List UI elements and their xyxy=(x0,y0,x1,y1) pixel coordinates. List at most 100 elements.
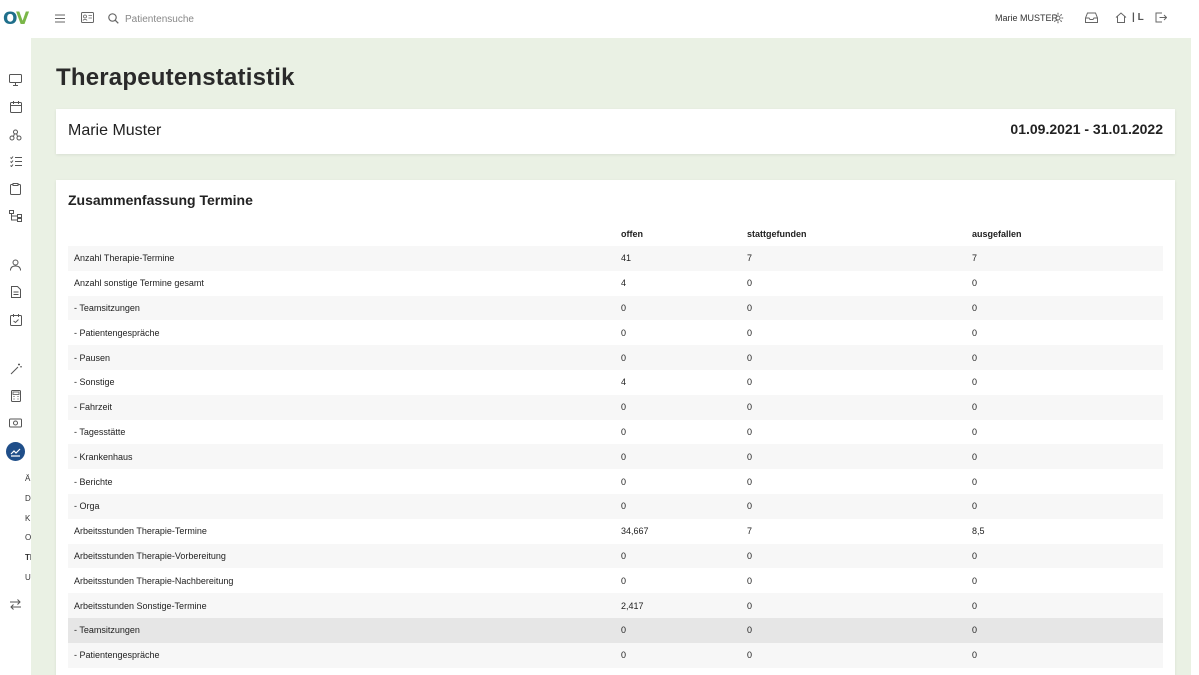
submenu-item-6[interactable]: U xyxy=(25,573,31,582)
column-header-stattgefunden: stattgefunden xyxy=(747,229,807,239)
table-row: Arbeitsstunden Therapie-Vorbereitung 0 0 0 xyxy=(68,543,1163,569)
clipboard-icon[interactable] xyxy=(8,181,23,196)
cell-stattgefunden: 0 xyxy=(747,426,753,437)
cell-ausgefallen: 0 xyxy=(972,426,978,437)
calendar-check-icon[interactable] xyxy=(8,312,23,327)
column-header-offen: offen xyxy=(621,229,643,239)
magic-wand-icon[interactable] xyxy=(8,361,23,376)
cell-offen: 0 xyxy=(621,493,747,519)
column-header-label xyxy=(68,222,621,246)
row-label: - Berichte xyxy=(74,476,113,487)
home-icon[interactable] xyxy=(1114,11,1127,24)
cell-ausgefallen: 0 xyxy=(972,295,1163,321)
table-row: - Teamsitzungen 0 0 0 xyxy=(68,617,1163,643)
row-label: Arbeitsstunden Sonstige-Termine xyxy=(68,593,621,618)
date-range: 01.09.2021 - 31.01.2022 xyxy=(1010,121,1163,137)
calculator-icon[interactable] xyxy=(8,388,23,403)
app-logo[interactable]: OV xyxy=(3,9,29,29)
row-label: - Patientengespräche xyxy=(68,642,621,668)
cell-ausgefallen: 0 xyxy=(972,377,978,388)
network-icon[interactable] xyxy=(8,127,23,142)
main-content: Therapeutenstatistik Marie Muster 01.09.… xyxy=(31,38,1191,675)
cell-ausgefallen: 0 xyxy=(972,493,1163,519)
row-label: - Teamsitzungen xyxy=(68,295,621,321)
switch-arrows-icon[interactable] xyxy=(8,597,23,612)
table-row: Anzahl Therapie-Termine 41 7 7 xyxy=(68,246,1163,271)
cell-ausgefallen: 0 xyxy=(972,327,978,338)
section-title: Zusammenfassung Termine xyxy=(68,192,253,208)
cell-offen: 0 xyxy=(621,642,747,668)
logout-icon[interactable] xyxy=(1154,11,1167,24)
table-row: - Krankenhaus 0 0 0 xyxy=(68,444,1163,470)
cell-offen: 4 xyxy=(621,377,627,388)
table-row: Arbeitsstunden Therapie-Nachbereitung 0 0 0 xyxy=(68,568,1163,593)
cell-ausgefallen: 0 xyxy=(972,345,1163,370)
cell-offen: 4 xyxy=(621,278,627,289)
cell-stattgefunden: 0 xyxy=(747,642,972,668)
row-label: Arbeitsstunden Therapie-Termine xyxy=(74,526,207,537)
cell-ausgefallen: 0 xyxy=(972,593,1163,618)
patient-card-icon[interactable] xyxy=(80,11,94,24)
document-icon[interactable] xyxy=(8,284,23,299)
right-edge xyxy=(1191,38,1199,675)
inbox-icon[interactable] xyxy=(1084,11,1098,24)
cell-ausgefallen: 0 xyxy=(972,642,1163,668)
table-row: - Sonstige 4 0 0 xyxy=(68,370,1163,395)
search-icon xyxy=(107,12,120,25)
cell-stattgefunden: 0 xyxy=(747,617,972,643)
row-label: Arbeitsstunden Therapie-Nachbereitung xyxy=(74,575,234,586)
row-label: - Tagesstätte xyxy=(74,426,126,437)
table-row: - Pausen 0 0 0 xyxy=(68,345,1163,370)
table-row: - Patientengespräche 0 0 0 xyxy=(68,320,1163,345)
cell-stattgefunden: 0 xyxy=(747,377,753,388)
row-label: - Fahrzeit xyxy=(68,394,621,420)
table-header-row: offen stattgefunden ausgefallen xyxy=(68,222,1163,246)
row-label: Arbeitsstunden Therapie-Vorbereitung xyxy=(68,543,621,569)
cell-offen: 2,417 xyxy=(621,593,747,618)
settings-gear-icon[interactable] xyxy=(1051,11,1064,24)
cell-offen: 0 xyxy=(621,444,747,470)
cell-offen: 0 xyxy=(621,426,627,437)
row-label: Anzahl sonstige Termine gesamt xyxy=(74,278,204,289)
summary-card: Zusammenfassung Termine offen stattgefun… xyxy=(56,180,1175,675)
cell-offen: 41 xyxy=(621,246,747,271)
menu-icon[interactable] xyxy=(54,12,66,24)
cell-offen: 0 xyxy=(621,327,627,338)
cell-offen: 0 xyxy=(621,543,747,569)
cell-offen: 0 xyxy=(621,394,747,420)
hierarchy-icon[interactable] xyxy=(8,208,23,223)
home-location-label: | L xyxy=(1132,12,1144,23)
cell-ausgefallen: 0 xyxy=(972,617,1163,643)
cell-offen: 0 xyxy=(621,295,747,321)
patient-search-input[interactable] xyxy=(125,12,325,26)
submenu-item-2[interactable]: D xyxy=(25,494,31,503)
person-icon[interactable] xyxy=(8,257,23,272)
money-icon[interactable] xyxy=(8,415,23,430)
submenu-item-1[interactable]: Ä xyxy=(25,474,30,483)
row-label: Anzahl Therapie-Termine xyxy=(68,246,621,271)
monitor-icon[interactable] xyxy=(8,72,23,87)
user-name: Marie MUSTER xyxy=(995,13,1059,23)
cell-stattgefunden: 0 xyxy=(747,476,753,487)
cell-ausgefallen: 0 xyxy=(972,476,978,487)
calendar-icon[interactable] xyxy=(8,99,23,114)
top-bar: OV Marie MUSTER | L xyxy=(0,0,1199,38)
table-row: - Berichte 0 0 0 xyxy=(68,469,1163,494)
row-label: - Teamsitzungen xyxy=(68,617,621,643)
cell-stattgefunden: 0 xyxy=(747,295,972,321)
therapist-header-card: Marie Muster 01.09.2021 - 31.01.2022 xyxy=(56,109,1175,154)
cell-ausgefallen: 0 xyxy=(972,394,1163,420)
checklist-icon[interactable] xyxy=(8,154,23,169)
cell-offen: 0 xyxy=(621,575,627,586)
cell-stattgefunden: 0 xyxy=(747,444,972,470)
cell-stattgefunden: 0 xyxy=(747,593,972,618)
cell-ausgefallen: 8,5 xyxy=(972,526,985,537)
statistics-chart-icon[interactable] xyxy=(6,442,25,461)
submenu-item-3[interactable]: K xyxy=(25,514,30,523)
cell-stattgefunden: 7 xyxy=(747,526,753,537)
cell-offen: 0 xyxy=(621,617,747,643)
table-row: Arbeitsstunden Sonstige-Termine 2,417 0 0 xyxy=(68,593,1163,618)
cell-offen: 34,667 xyxy=(621,526,649,537)
page-title: Therapeutenstatistik xyxy=(56,64,295,91)
table-row: Anzahl sonstige Termine gesamt 4 0 0 xyxy=(68,271,1163,296)
